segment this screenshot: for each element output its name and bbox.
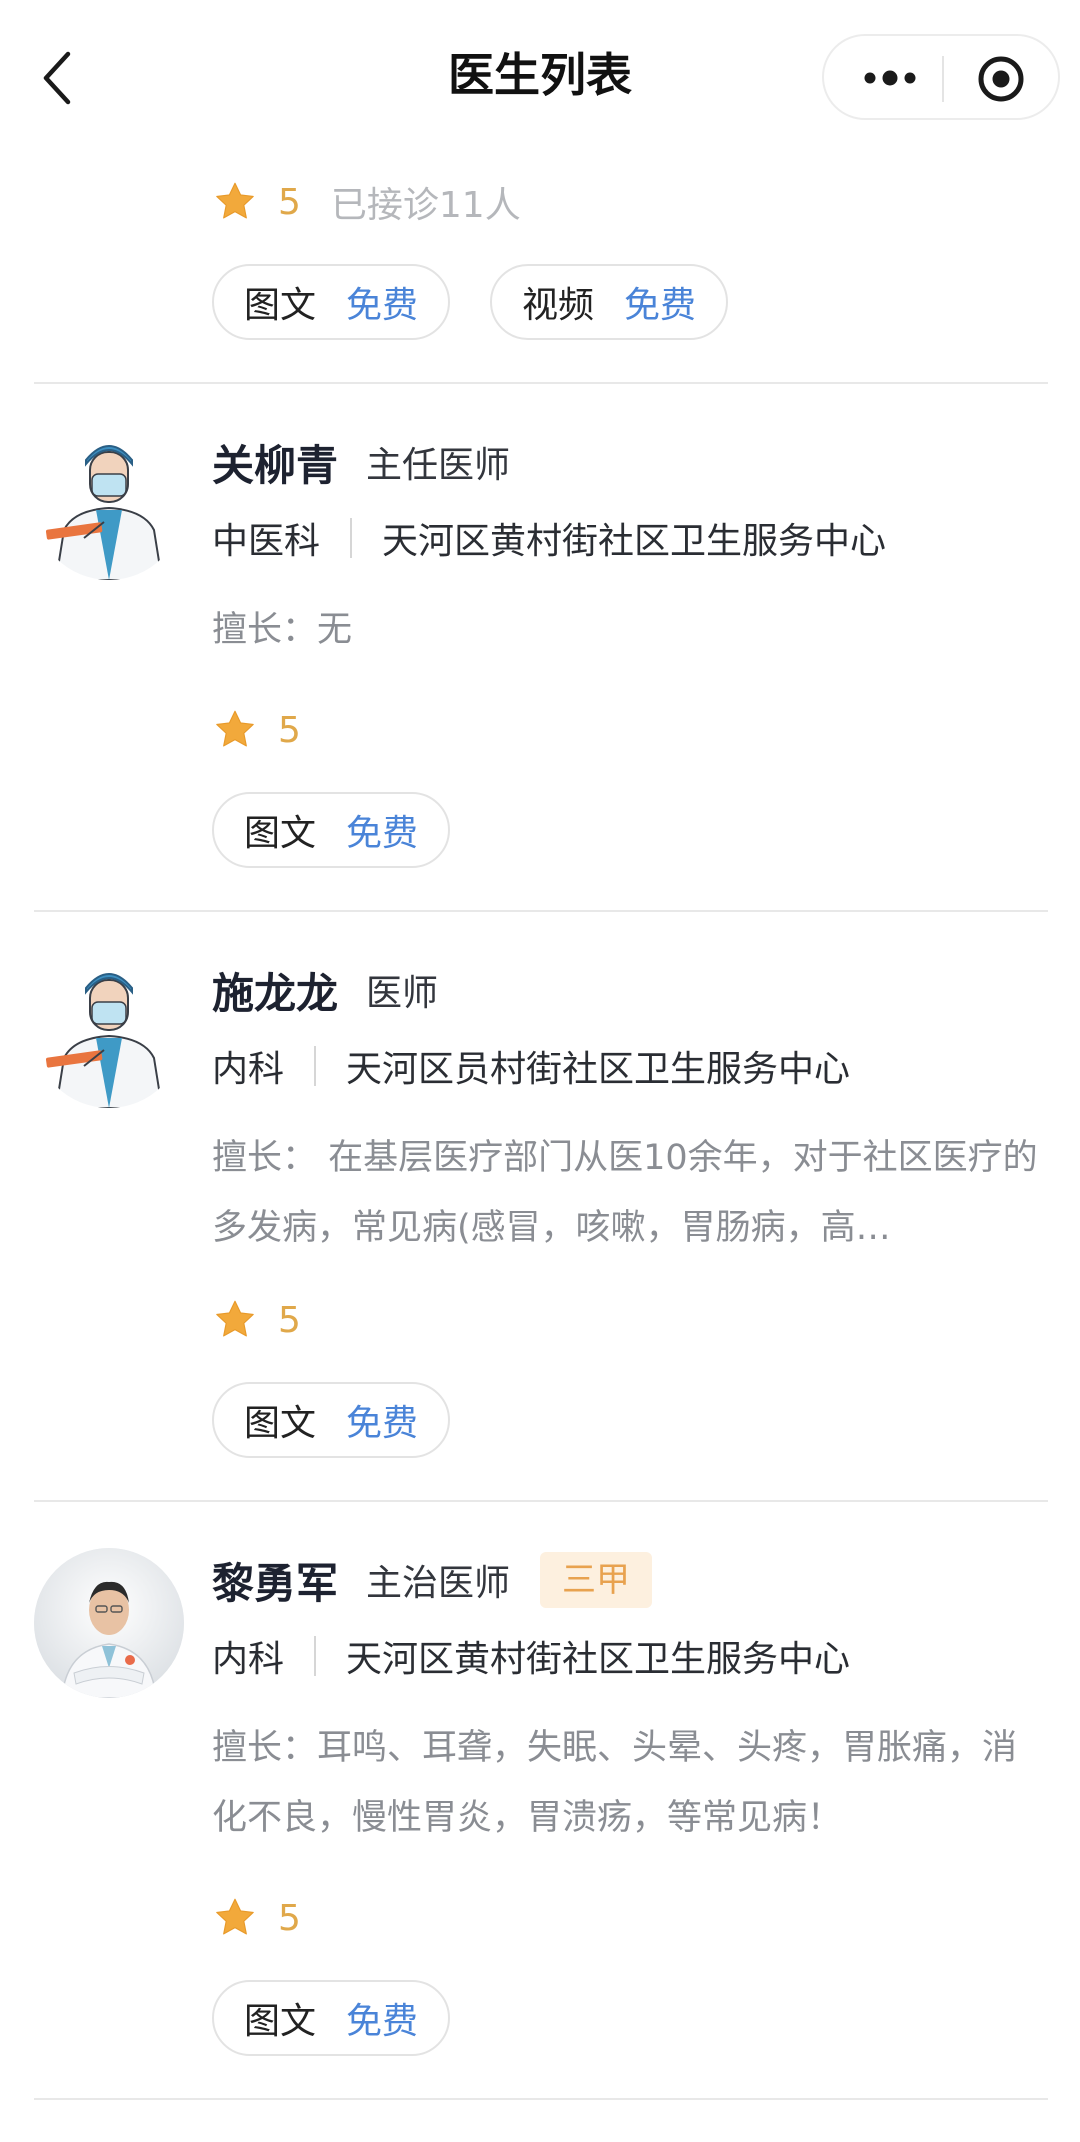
service-price: 免费 [346,813,419,854]
service-row: 图文 免费 [212,792,490,868]
capsule-divider [942,56,944,102]
rating-row: 5 [212,1891,301,1945]
consult-count: 已接诊11人 [330,185,521,226]
rating-value: 5 [278,709,301,751]
star-icon [216,1300,254,1337]
rating-row: 5 [212,703,301,757]
department: 内科 [212,1639,285,1680]
hospital: 天河区员村街社区卫生服务中心 [346,1049,851,1090]
doctor-name: 施龙龙 [212,968,339,1018]
doctor-title: 医师 [366,973,439,1014]
service-row: 图文 免费 [212,1980,490,2056]
doctor-avatar [34,1548,184,1698]
service-price: 免费 [346,285,419,326]
mini-program-capsule [822,34,1060,120]
dept-separator [350,518,353,558]
department: 中医科 [212,521,321,562]
doctor-avatar [34,430,184,580]
service-video-button[interactable]: 视频 免费 [490,264,729,340]
service-name: 图文 [244,285,317,326]
doctor-photo-icon [34,1548,184,1698]
doctor-illustration-icon [34,430,184,580]
name-row: 黎勇军 主治医师 三甲 [212,1548,653,1612]
service-name: 视频 [522,285,595,326]
card-divider [34,1500,1048,1502]
service-name: 图文 [244,2001,317,2042]
doctor-skill: 擅长： 在基层医疗部门从医10余年，对于社区医疗的多发病，常见病(感冒，咳嗽，胃… [212,1138,1038,1248]
service-price: 免费 [346,2001,419,2042]
service-graphic-button[interactable]: 图文 免费 [212,1980,451,2056]
navigation-bar: 医生列表 [0,0,1080,160]
doctor-title: 主治医师 [366,1563,511,1604]
service-graphic-button[interactable]: 图文 免费 [212,792,451,868]
hospital-level-badge: 三甲 [540,1552,653,1608]
rating-row: 5 已接诊11人 [212,175,521,229]
rating-value: 5 [278,1897,301,1939]
service-name: 图文 [244,813,317,854]
card-divider [34,382,1048,384]
star-icon [216,182,254,219]
dept-row: 中医科 天河区黄村街社区卫生服务中心 [212,510,886,566]
name-row: 施龙龙 医师 [212,958,438,1022]
service-price: 免费 [624,285,697,326]
service-graphic-button[interactable]: 图文 免费 [212,1382,451,1458]
card-divider [34,910,1048,912]
more-dots-icon[interactable] [860,58,920,98]
star-icon [216,710,254,747]
rating-row: 5 [212,1293,301,1347]
doctor-name: 黎勇军 [212,1558,339,1608]
star-icon [216,1898,254,1935]
doctor-avatar [34,958,184,1108]
hospital: 天河区黄村街社区卫生服务中心 [346,1639,851,1680]
rating-value: 5 [278,181,301,223]
dept-separator [314,1046,317,1086]
service-graphic-button[interactable]: 图文 免费 [212,264,451,340]
service-row: 图文 免费 [212,1382,490,1458]
dept-separator [314,1636,317,1676]
department: 内科 [212,1049,285,1090]
service-name: 图文 [244,1403,317,1444]
doctor-skill: 擅长：无 [212,610,353,650]
card-divider [34,2098,1048,2100]
rating-value: 5 [278,1299,301,1341]
hospital: 天河区黄村街社区卫生服务中心 [382,521,887,562]
doctor-skill: 擅长：耳鸣、耳聋，失眠、头晕、头疼，胃胀痛，消化不良，慢性胃炎，胃溃疡，等常见病… [212,1728,1018,1838]
doctor-illustration-icon [34,958,184,1108]
service-row: 图文 免费 视频 免费 [212,264,768,340]
doctor-name: 关柳青 [212,440,339,490]
doctor-title: 主任医师 [366,445,511,486]
name-row: 关柳青 主任医师 [212,430,510,494]
dept-row: 内科 天河区员村街社区卫生服务中心 [212,1038,850,1094]
target-close-icon[interactable] [976,54,1026,104]
service-price: 免费 [346,1403,419,1444]
dept-row: 内科 天河区黄村街社区卫生服务中心 [212,1628,850,1684]
